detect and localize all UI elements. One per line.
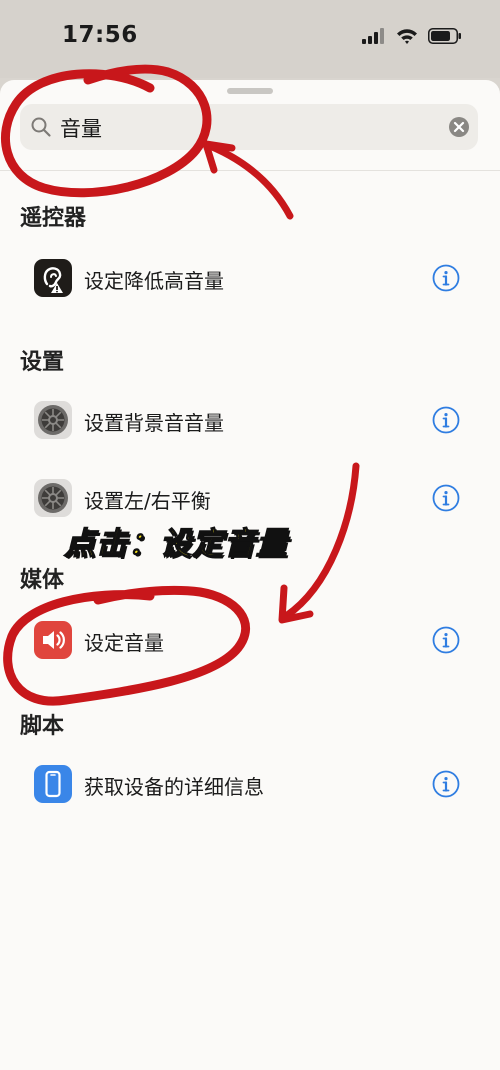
overlay-caption: 点击：设定音量 <box>63 525 288 562</box>
settings-gear-icon <box>34 401 72 439</box>
search-divider <box>0 170 500 171</box>
cellular-signal-icon <box>362 28 386 48</box>
list-item-label: 设置背景音音量 <box>84 411 224 435</box>
speaker-volume-icon <box>34 621 72 659</box>
section-title-settings: 设置 <box>20 350 65 375</box>
status-bar: 17:56 <box>0 0 500 78</box>
list-item-label: 获取设备的详细信息 <box>84 775 264 799</box>
section-title-media: 媒体 <box>20 568 65 593</box>
battery-icon <box>428 28 462 48</box>
phone-device-icon <box>34 765 72 803</box>
wifi-icon <box>396 28 418 48</box>
search-icon <box>30 116 52 142</box>
list-item-set-volume[interactable]: 设定音量 <box>0 610 500 670</box>
search-input[interactable]: 音量 <box>60 113 102 143</box>
list-item-set-reduce-loud-audio[interactable]: 设定降低高音量 <box>0 248 500 308</box>
section-title-remote: 遥控器 <box>20 206 87 231</box>
info-icon[interactable] <box>432 484 460 516</box>
status-icons <box>362 28 462 48</box>
list-item-label: 设定降低高音量 <box>84 269 224 293</box>
sheet-grabber[interactable] <box>227 88 273 94</box>
search-bar[interactable]: 音量 <box>20 104 478 150</box>
list-item-label: 设定音量 <box>84 631 164 655</box>
list-item-label: 设置左/右平衡 <box>84 489 211 513</box>
list-item-get-device-details[interactable]: 获取设备的详细信息 <box>0 754 500 814</box>
list-item-set-background-sound-volume[interactable]: 设置背景音音量 <box>0 390 500 450</box>
info-icon[interactable] <box>432 770 460 802</box>
section-title-scripting: 脚本 <box>20 714 65 739</box>
info-icon[interactable] <box>432 406 460 438</box>
settings-gear-icon <box>34 479 72 517</box>
info-icon[interactable] <box>432 626 460 658</box>
info-icon[interactable] <box>432 264 460 296</box>
clear-icon[interactable] <box>448 116 470 142</box>
ear-hearing-icon <box>34 259 72 297</box>
status-time: 17:56 <box>62 22 138 48</box>
